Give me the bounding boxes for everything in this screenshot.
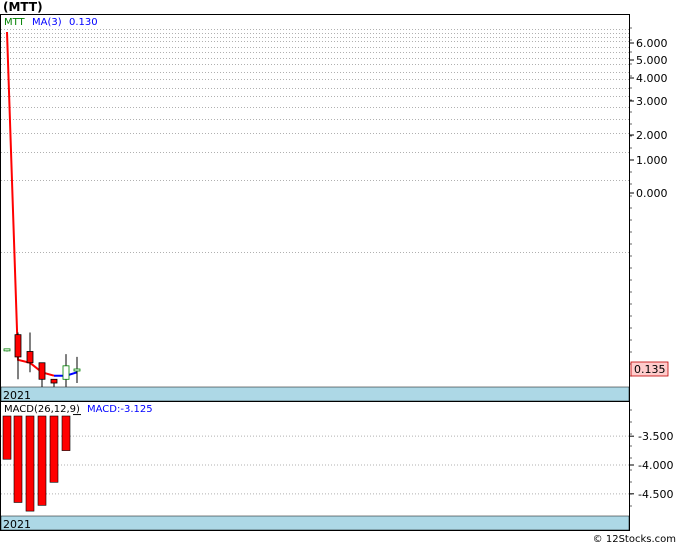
stock-chart: 6.000 5.000 4.000 3.000 2.000 1.000 0.000 -3.5… (0, 0, 676, 545)
candle-body (38, 362, 46, 380)
macd-legend-value: MACD:-3.125 (87, 404, 153, 415)
price-legend-ma-label: MA(3) (32, 17, 62, 28)
macd-bar (13, 415, 23, 503)
price-tick-label: 1.000 (636, 154, 668, 167)
price-tick-label: 0.000 (636, 187, 668, 200)
macd-tick-label: -4.500 (638, 488, 673, 501)
candle-body (14, 334, 22, 358)
macd-tick-label: -4.000 (638, 459, 673, 472)
macd-bar (2, 415, 12, 460)
price-y-axis: 6.000 5.000 4.000 3.000 2.000 1.000 0.000 (629, 27, 668, 377)
macd-y-axis: -3.500 -4.000 -4.500 (629, 409, 673, 507)
macd-bar (37, 415, 47, 506)
last-price-value: 0.135 (634, 363, 666, 376)
macd-bar (25, 415, 35, 512)
candle-body (3, 348, 11, 352)
macd-legend-name: MACD(26,12,9) (4, 404, 80, 415)
price-tick-label: 4.000 (636, 72, 668, 85)
price-tick-label: 2.000 (636, 129, 668, 142)
candle-body (26, 351, 34, 364)
macd-bar (49, 415, 59, 483)
watermark: © 12Stocks.com (593, 534, 676, 545)
price-year-band (0, 386, 630, 402)
candle-body (50, 378, 58, 384)
price-legend-ma-value: 0.130 (69, 17, 98, 28)
macd-year-label: 2021 (3, 518, 31, 531)
price-tick-label: 5.000 (636, 54, 668, 67)
macd-bar (61, 415, 71, 451)
candle-body (62, 365, 70, 380)
price-tick-label: 6.000 (636, 37, 668, 50)
price-legend-ticker: MTT (4, 17, 26, 28)
macd-panel-frame (0, 401, 630, 531)
macd-year-band (0, 515, 630, 531)
chart-title: (MTT) (3, 0, 43, 14)
price-year-label: 2021 (3, 389, 31, 402)
candle-body (73, 368, 81, 372)
macd-tick-label: -3.500 (638, 430, 673, 443)
price-tick-label: 3.000 (636, 95, 668, 108)
